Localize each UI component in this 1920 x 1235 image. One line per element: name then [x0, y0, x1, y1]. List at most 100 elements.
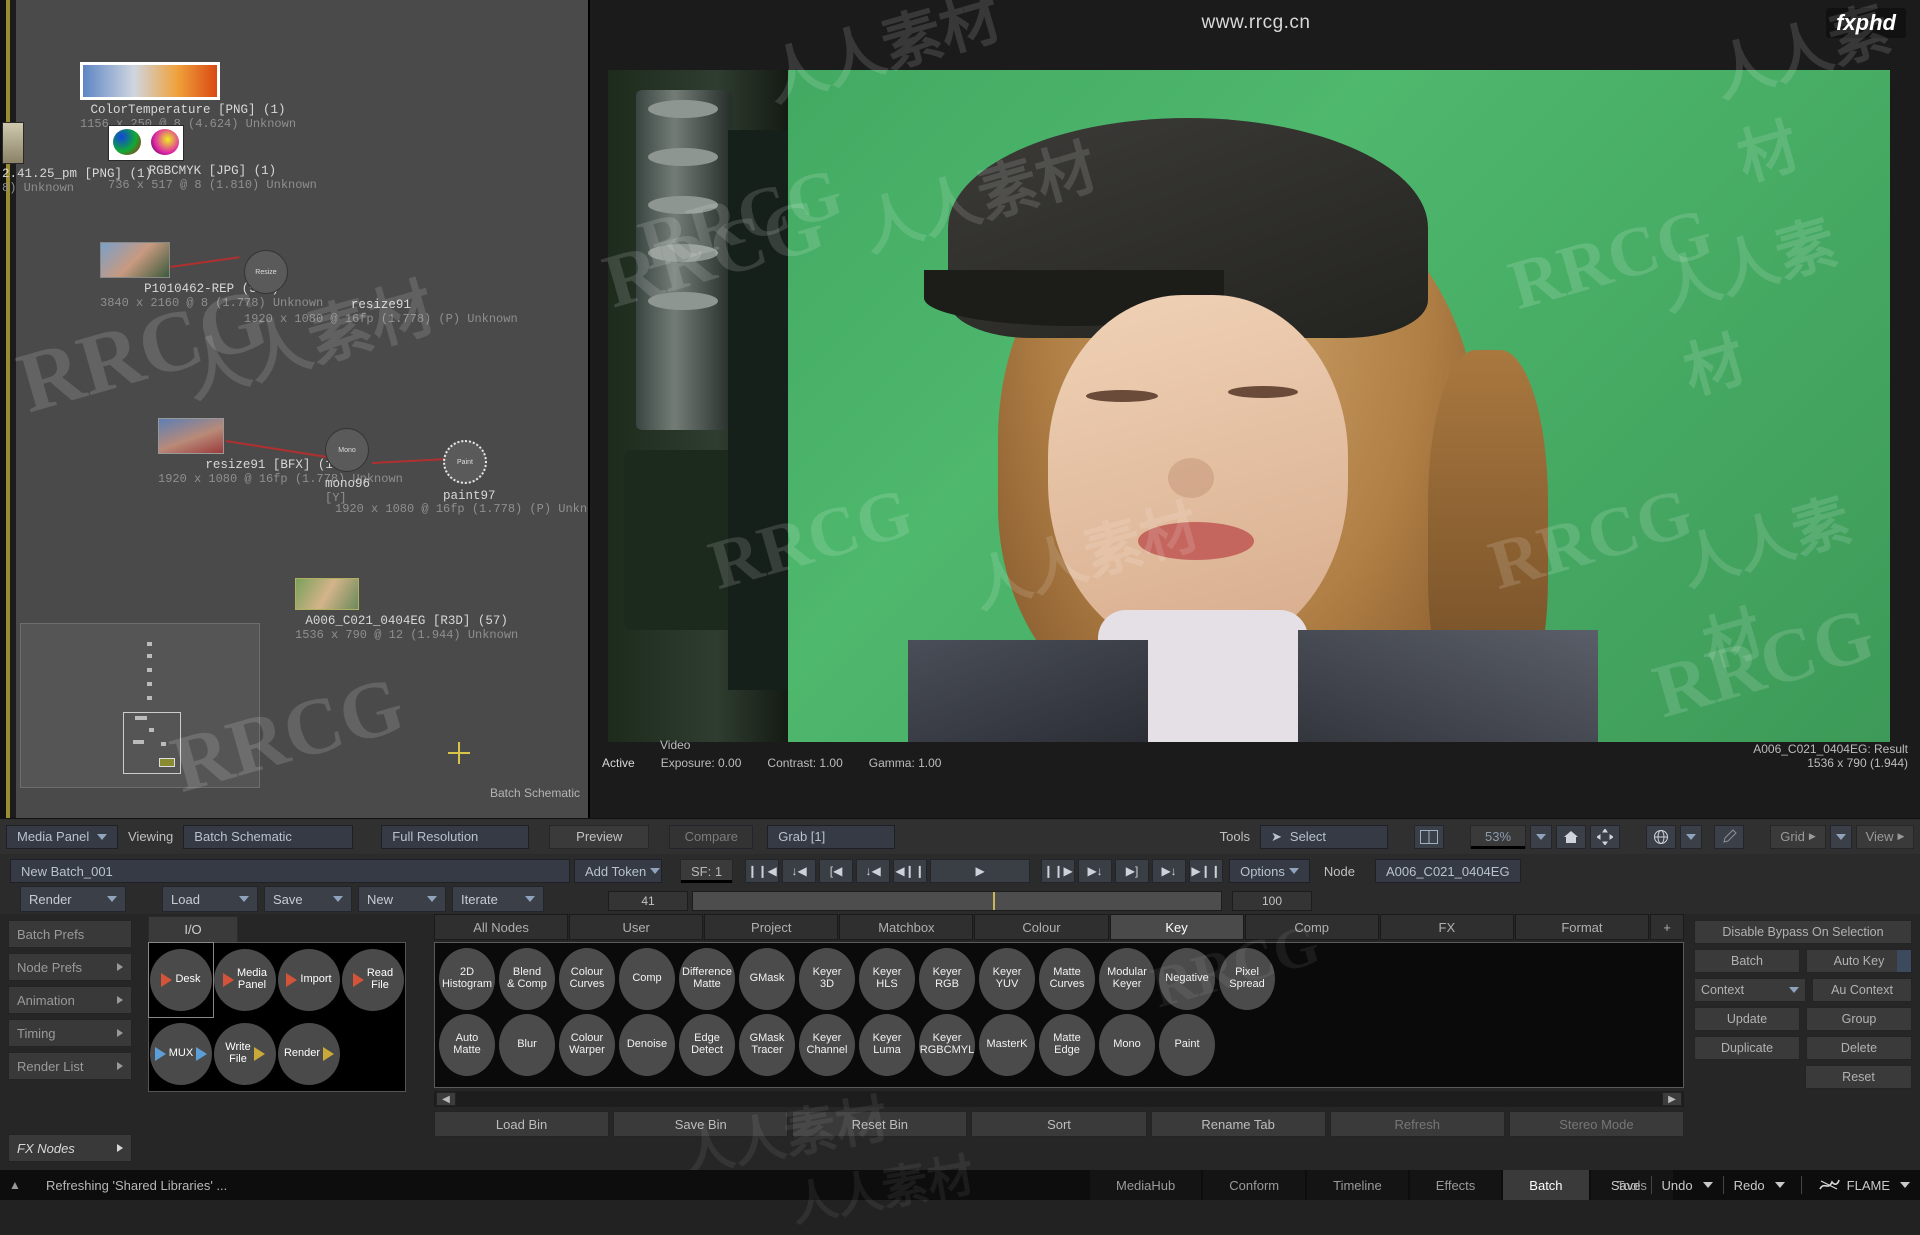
node-button-gmask-tracer[interactable]: GMask Tracer [739, 1014, 795, 1076]
node-button-modular-keyer[interactable]: Modular Keyer [1099, 948, 1155, 1010]
transport-step-back-frame[interactable]: ◀❙❙ [893, 859, 928, 883]
image-viewer[interactable]: www.rrcg.cn fxphd RRCG 人人素材 RRCG RRCG 人人… [592, 0, 1920, 818]
new-dropdown[interactable]: New [358, 886, 446, 912]
context-dropdown[interactable]: Context [1694, 978, 1806, 1002]
node-button-colour-warper[interactable]: Colour Warper [559, 1014, 615, 1076]
chevron-down-icon[interactable] [1702, 1182, 1713, 1188]
node-button-keyer-rgb[interactable]: Keyer RGB [919, 948, 975, 1010]
tab-format[interactable]: Format [1514, 914, 1649, 940]
tab-conform[interactable]: Conform [1203, 1170, 1306, 1200]
preview-button[interactable]: Preview [549, 824, 650, 849]
iterate-dropdown[interactable]: Iterate [452, 886, 544, 912]
sort-button[interactable]: Sort [971, 1111, 1147, 1137]
duplicate-button[interactable]: Duplicate [1694, 1036, 1800, 1060]
zoom-dropdown-button[interactable] [1530, 824, 1552, 849]
target-icon[interactable] [1646, 824, 1676, 849]
transport-to-next-keyframe[interactable]: ▶↓ [1152, 859, 1187, 883]
node-button-keyer-3d[interactable]: Keyer 3D [799, 948, 855, 1010]
node-button-colour-curves[interactable]: Colour Curves [559, 948, 615, 1010]
undo-button[interactable]: Undo [1662, 1178, 1693, 1193]
tab-fx[interactable]: FX [1379, 914, 1514, 940]
tab-matchbox[interactable]: Matchbox [839, 914, 974, 940]
node-button-keyer-luma[interactable]: Keyer Luma [859, 1014, 915, 1076]
node-button-keyer-channel[interactable]: Keyer Channel [799, 1014, 855, 1076]
tab-project[interactable]: Project [704, 914, 839, 940]
tab-all-nodes[interactable]: All Nodes [434, 914, 569, 940]
batch-name-input[interactable]: New Batch_001 [10, 859, 570, 883]
sidebar-item-fx-nodes[interactable]: FX Nodes [8, 1134, 132, 1162]
disable-bypass-button[interactable]: Disable Bypass On Selection [1694, 920, 1912, 944]
grid-button[interactable]: Grid ▶ [1770, 824, 1826, 849]
transport-play-forward-pause[interactable]: ❙❙▶ [1041, 859, 1076, 883]
io-node-render[interactable]: Render [277, 1017, 341, 1091]
node-button-edge-detect[interactable]: Edge Detect [679, 1014, 735, 1076]
timeline-start-frame[interactable]: 41 [608, 891, 688, 911]
home-icon[interactable] [1556, 824, 1586, 849]
sf-field[interactable]: SF: 1 [680, 859, 734, 883]
io-node-import[interactable]: Import [277, 943, 341, 1017]
node-button-2d-histogram[interactable]: 2D Histogram [439, 948, 495, 1010]
load-bin-button[interactable]: Load Bin [434, 1111, 610, 1137]
node-button-mono[interactable]: Mono [1099, 1014, 1155, 1076]
tab-batch[interactable]: Batch [1503, 1170, 1589, 1200]
node-bin-scrollbar[interactable]: ◀ ▶ [434, 1091, 1684, 1107]
rename-tab-button[interactable]: Rename Tab [1150, 1111, 1326, 1137]
schematic-node-rgbcmyk[interactable]: RGBCMYK [JPG] (1) 736 x 517 @ 8 (1.810) … [108, 125, 317, 192]
timeline-track[interactable] [692, 891, 1222, 911]
grab-button[interactable]: Grab [1] [767, 824, 896, 849]
target-dropdown-button[interactable] [1680, 824, 1702, 849]
reset-button[interactable]: Reset [1805, 1065, 1912, 1089]
batch-button[interactable]: Batch [1694, 949, 1800, 973]
transport-step-back-marker[interactable]: ↓◀ [856, 859, 891, 883]
schematic-node-mono96[interactable]: Mono mono96 [Y] [325, 428, 370, 505]
sidebar-item-render-list[interactable]: Render List [8, 1052, 132, 1080]
sidebar-item-node-prefs[interactable]: Node Prefs [8, 953, 132, 981]
batch-schematic-canvas[interactable]: ColorTemperature [PNG] (1) 1156 x 250 @ … [0, 0, 590, 818]
select-tool-dropdown[interactable]: ➤ Select [1260, 824, 1388, 849]
node-button-negative[interactable]: Negative [1159, 948, 1215, 1010]
io-node-desk[interactable]: Desk [148, 942, 214, 1018]
transport-to-out-point[interactable]: ▶] [1115, 859, 1150, 883]
tab-effects[interactable]: Effects [1409, 1170, 1502, 1200]
node-button-blend-comp[interactable]: Blend & Comp [499, 948, 555, 1010]
node-button-paint[interactable]: Paint [1159, 1014, 1215, 1076]
sidebar-item-animation[interactable]: Animation [8, 986, 132, 1014]
timeline-playhead[interactable] [993, 892, 995, 910]
node-button-blur[interactable]: Blur [499, 1014, 555, 1076]
media-panel-dropdown[interactable]: Media Panel [6, 824, 118, 849]
group-button[interactable]: Group [1806, 1007, 1912, 1031]
grid-dropdown-button[interactable] [1830, 824, 1852, 849]
save-dropdown[interactable]: Save [264, 886, 352, 912]
options-dropdown[interactable]: Options [1229, 859, 1310, 883]
update-button[interactable]: Update [1694, 1007, 1800, 1031]
full-resolution-button[interactable]: Full Resolution [381, 824, 530, 849]
load-dropdown[interactable]: Load [162, 886, 258, 912]
transport-to-in-point[interactable]: [◀ [819, 859, 854, 883]
node-button-difference-matte[interactable]: Difference Matte [679, 948, 735, 1010]
node-button-matte-curves[interactable]: Matte Curves [1039, 948, 1095, 1010]
timeline-end-frame[interactable]: 100 [1232, 891, 1312, 911]
tab-colour[interactable]: Colour [974, 914, 1109, 940]
delete-button[interactable]: Delete [1806, 1036, 1912, 1060]
tab-add[interactable]: + [1649, 914, 1684, 940]
node-name-input[interactable]: A006_C021_0404EG [1374, 859, 1521, 883]
render-dropdown[interactable]: Render [20, 886, 126, 912]
eyedropper-icon[interactable] [1714, 824, 1744, 849]
node-button-keyer-rgbcmyl[interactable]: Keyer RGBCMYL [919, 1014, 975, 1076]
transport-to-next-marker[interactable]: ▶↓ [1078, 859, 1113, 883]
au-context-button[interactable]: Au Context [1812, 978, 1912, 1002]
schematic-node-paint97[interactable]: Paint paint97 1920 x 1080 @ 16fp (1.778)… [335, 440, 588, 516]
io-node-mux[interactable]: MUX [149, 1017, 213, 1091]
redo-button[interactable]: Redo [1734, 1178, 1765, 1193]
save-button[interactable]: Save [1611, 1178, 1641, 1193]
reset-bin-button[interactable]: Reset Bin [792, 1111, 968, 1137]
node-button-denoise[interactable]: Denoise [619, 1014, 675, 1076]
node-button-auto-matte[interactable]: Auto Matte [439, 1014, 495, 1076]
tab-mediahub[interactable]: MediaHub [1090, 1170, 1202, 1200]
schematic-node-resize91[interactable]: Resize resize91 1920 x 1080 @ 16fp (1.77… [244, 250, 518, 326]
scroll-left-icon[interactable]: ◀ [436, 1092, 456, 1106]
add-token-dropdown[interactable]: Add Token [574, 859, 662, 883]
node-button-pixel-spread[interactable]: Pixel Spread [1219, 948, 1275, 1010]
tab-comp[interactable]: Comp [1244, 914, 1379, 940]
refresh-button[interactable]: Refresh [1329, 1111, 1505, 1137]
